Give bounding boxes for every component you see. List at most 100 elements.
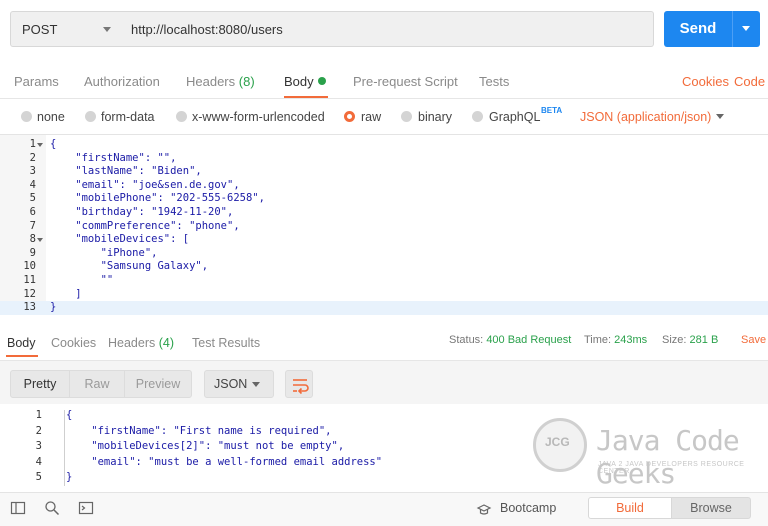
watermark-logo-text: JCG <box>545 435 570 449</box>
line-number: 4 <box>29 178 36 191</box>
radio-raw[interactable] <box>344 111 355 122</box>
status-label: Status: <box>449 334 484 346</box>
radio-raw-label: raw <box>361 110 382 124</box>
radio-binary[interactable] <box>401 111 412 122</box>
code-text: "mobileDevices": [ <box>50 233 190 246</box>
watermark-title: Java Code Geeks <box>596 424 740 490</box>
code-text: { <box>50 138 57 150</box>
code-line[interactable]: 12 ] <box>0 288 768 302</box>
code-line[interactable]: 9 "iPhone", <box>0 247 768 261</box>
cookies-link[interactable]: Cookies <box>682 74 729 89</box>
divider <box>0 98 768 99</box>
headers-count: (8) <box>238 74 255 89</box>
code-line[interactable]: 10 "Samsung Galaxy", <box>0 260 768 274</box>
code-line[interactable]: 6 "birthday": "1942-11-20", <box>0 206 768 220</box>
line-number: 8 <box>29 233 36 246</box>
line-number: 5 <box>35 471 42 483</box>
line-number: 3 <box>35 440 42 452</box>
bootcamp-icon[interactable] <box>476 501 492 517</box>
response-tab-body[interactable]: Body <box>7 336 36 350</box>
code-line[interactable]: 7 "commPreference": "phone", <box>0 220 768 234</box>
beta-badge: BETA <box>541 106 563 115</box>
code-text: "firstName": "", <box>50 151 177 164</box>
line-number: 13 <box>23 301 36 314</box>
code-text: "commPreference": "phone", <box>50 219 240 232</box>
response-tab-test-results[interactable]: Test Results <box>192 336 260 350</box>
code-line[interactable]: 8 "mobileDevices": [ <box>0 233 768 247</box>
tab-authorization[interactable]: Authorization <box>84 74 160 89</box>
line-number: 11 <box>23 274 36 286</box>
code-text: "mobileDevices[2]": "must not be empty", <box>66 440 345 452</box>
view-preview-button[interactable]: Preview <box>124 370 192 398</box>
line-number: 9 <box>29 246 36 259</box>
code-line[interactable]: 5 "mobilePhone": "202-555-6258", <box>0 192 768 206</box>
code-link[interactable]: Code <box>734 74 765 89</box>
time-value: 243ms <box>614 334 648 346</box>
view-raw-button[interactable]: Raw <box>69 370 125 398</box>
wrap-lines-button[interactable] <box>285 370 313 398</box>
code-line[interactable]: 13} <box>0 301 768 315</box>
code-line[interactable]: 11 "" <box>0 274 768 288</box>
response-tab-cookies[interactable]: Cookies <box>51 336 96 350</box>
chevron-down-icon <box>716 114 724 119</box>
code-text: "iPhone", <box>50 246 158 259</box>
browse-button[interactable]: Browse <box>671 497 751 519</box>
code-text: } <box>50 301 57 314</box>
line-number: 5 <box>29 192 36 205</box>
radio-urlencoded-label: x-www-form-urlencoded <box>192 110 325 124</box>
send-button[interactable]: Send <box>664 11 732 47</box>
view-pretty-button[interactable]: Pretty <box>10 370 70 398</box>
sidebar-toggle-icon[interactable] <box>10 500 26 516</box>
radio-none[interactable] <box>21 111 32 122</box>
method-select[interactable]: POST <box>10 11 122 47</box>
response-tab-headers[interactable]: Headers (4) <box>108 336 174 350</box>
code-text: "lastName": "Biden", <box>50 165 202 178</box>
send-options-button[interactable] <box>732 11 760 47</box>
bootcamp-link[interactable]: Bootcamp <box>500 501 556 515</box>
line-number: 1 <box>35 409 42 421</box>
radio-binary-label: binary <box>418 110 453 124</box>
tab-headers[interactable]: Headers (8) <box>186 74 255 89</box>
tab-prerequest-script[interactable]: Pre-request Script <box>353 74 458 89</box>
code-text: "firstName": "First name is required", <box>66 424 332 437</box>
response-time: Time: 243ms <box>584 334 647 346</box>
chevron-down-icon <box>252 382 260 387</box>
line-number: 10 <box>23 260 36 273</box>
format-select[interactable]: JSON <box>204 370 274 398</box>
response-headers-count: (4) <box>158 336 175 350</box>
code-line[interactable]: 3 "lastName": "Biden", <box>0 165 768 179</box>
fold-arrow-icon[interactable] <box>37 143 43 147</box>
save-response-link[interactable]: Save <box>741 334 766 346</box>
tab-body[interactable]: Body <box>284 74 326 89</box>
radio-graphql-label: GraphQL <box>489 110 541 124</box>
code-line[interactable]: 2 "firstName": "", <box>0 152 768 166</box>
radio-graphql[interactable] <box>472 111 483 122</box>
radio-form-data-label: form-data <box>101 110 155 124</box>
code-line[interactable]: 4 "email": "joe&sen.de.gov", <box>0 179 768 193</box>
code-text: } <box>66 471 73 483</box>
radio-urlencoded[interactable] <box>176 111 187 122</box>
url-input[interactable]: http://localhost:8080/users <box>121 11 654 47</box>
console-icon[interactable] <box>78 500 94 516</box>
size-value: 281 B <box>689 334 719 346</box>
line-number: 1 <box>29 138 36 150</box>
body-indicator-dot <box>317 77 326 85</box>
tab-headers-label: Headers <box>186 74 236 89</box>
fold-arrow-icon[interactable] <box>37 238 43 243</box>
request-body-editor[interactable]: 1{2 "firstName": "", 3 "lastName": "Biden… <box>0 134 768 315</box>
tab-params[interactable]: Params <box>14 74 59 89</box>
content-type-select[interactable]: JSON (application/json) <box>580 110 711 124</box>
chevron-down-icon <box>742 26 750 31</box>
radio-none-label: none <box>37 110 65 124</box>
tab-tests[interactable]: Tests <box>479 74 509 89</box>
code-text: "" <box>50 274 114 286</box>
code-line[interactable]: 1{ <box>0 138 768 152</box>
build-button[interactable]: Build <box>588 497 672 519</box>
search-icon[interactable] <box>44 500 60 516</box>
radio-form-data[interactable] <box>85 111 96 122</box>
method-label: POST <box>22 22 58 37</box>
line-number: 12 <box>23 287 36 300</box>
code-text: "birthday": "1942-11-20", <box>50 206 234 218</box>
line-number: 3 <box>29 165 36 178</box>
tab-body-label: Body <box>284 74 314 89</box>
